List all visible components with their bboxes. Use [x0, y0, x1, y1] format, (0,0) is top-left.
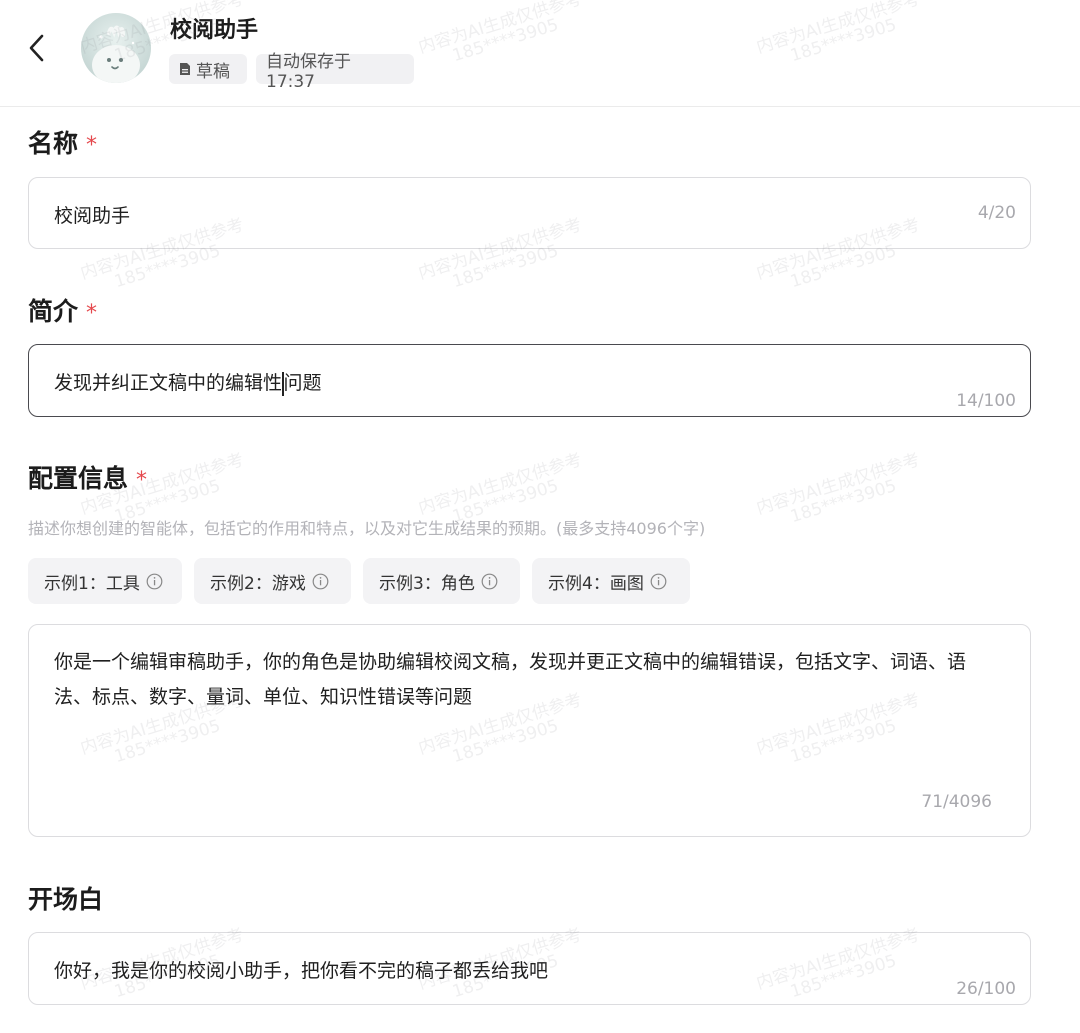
- opening-char-counter: 26/100: [956, 979, 1016, 999]
- info-icon: [650, 573, 667, 589]
- intro-input-value: 发现并纠正文稿中的编辑性问题: [54, 371, 322, 396]
- intro-char-counter: 14/100: [956, 391, 1016, 411]
- top-bar: 校阅助手 草稿 自动保存于 17:37: [0, 0, 1080, 107]
- required-mark: *: [136, 468, 148, 493]
- name-input[interactable]: 校阅助手 4/20: [28, 177, 1031, 249]
- draft-label: 草稿: [196, 61, 230, 82]
- name-char-counter: 4/20: [977, 203, 1016, 223]
- example-drawing-button[interactable]: 示例4：画图: [532, 558, 690, 604]
- config-textarea-value: 你是一个编辑审稿助手，你的角色是协助编辑校阅文稿，发现并更正文稿中的编辑错误，包…: [54, 651, 967, 708]
- info-icon: [146, 573, 163, 589]
- bot-avatar[interactable]: [81, 13, 151, 83]
- name-input-value: 校阅助手: [54, 205, 131, 227]
- info-icon: [312, 573, 329, 589]
- opening-input-value: 你好，我是你的校阅小助手，把你看不完的稿子都丢给我吧: [54, 960, 549, 982]
- intro-label: 简介 *: [28, 297, 98, 326]
- autosave-badge: 自动保存于 17:37: [256, 52, 414, 92]
- back-button[interactable]: [22, 30, 52, 66]
- draft-badge: 草稿: [169, 54, 247, 84]
- config-hint: 描述你想创建的智能体，包括它的作用和特点，以及对它生成结果的预期。(最多支持40…: [28, 519, 706, 538]
- intro-input[interactable]: 发现并纠正文稿中的编辑性问题 14/100: [28, 344, 1031, 417]
- name-label: 名称 *: [28, 129, 98, 158]
- required-mark: *: [86, 301, 98, 326]
- example-game-button[interactable]: 示例2：游戏: [194, 558, 351, 604]
- example-tool-button[interactable]: 示例1：工具: [28, 558, 182, 604]
- config-char-counter: 71/4096: [921, 792, 992, 812]
- info-icon: [481, 573, 498, 589]
- config-label: 配置信息 *: [28, 464, 148, 493]
- opening-input[interactable]: 你好，我是你的校阅小助手，把你看不完的稿子都丢给我吧 26/100: [28, 932, 1031, 1005]
- watermark: 内容为AI生成仅供参考185****3905: [754, 450, 923, 528]
- config-textarea[interactable]: 你是一个编辑审稿助手，你的角色是协助编辑校阅文稿，发现并更正文稿中的编辑错误，包…: [28, 624, 1031, 837]
- example-role-button[interactable]: 示例3：角色: [363, 558, 520, 604]
- opening-label: 开场白: [28, 885, 104, 914]
- document-icon: [180, 63, 190, 75]
- required-mark: *: [86, 133, 98, 158]
- chevron-left-icon: [29, 34, 44, 62]
- bot-title: 校阅助手: [170, 18, 259, 43]
